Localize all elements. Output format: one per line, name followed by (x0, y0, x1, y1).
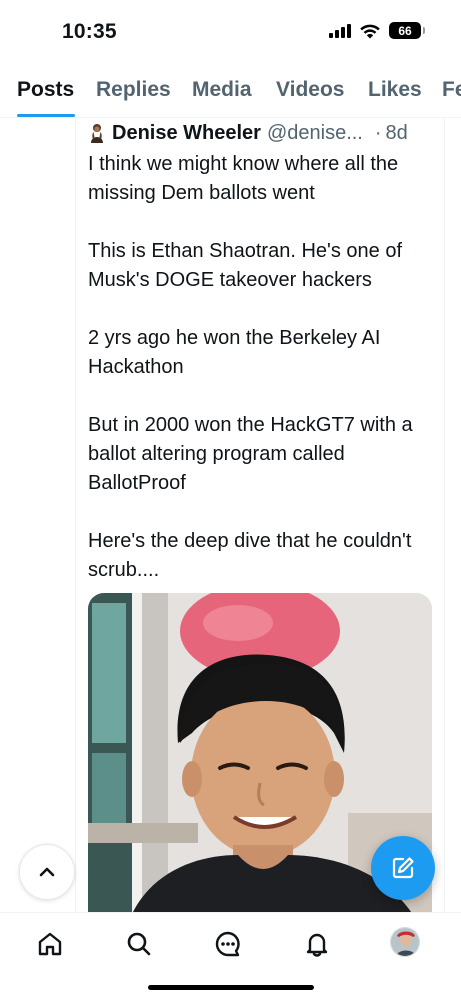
tab-likes[interactable]: Likes (368, 78, 422, 102)
post-paragraph: 2 yrs ago he won the Berkeley AI Hackath… (88, 327, 381, 378)
nav-notifications[interactable] (300, 927, 334, 961)
thread-divider-right (444, 118, 445, 918)
author-name[interactable]: Denise Wheeler (112, 122, 261, 145)
tab-features[interactable]: Fe (442, 78, 461, 102)
status-bar: 10:35 66 (0, 0, 461, 62)
post-header: Denise Wheeler @denise... · 8d (88, 120, 408, 146)
signal-icon (329, 23, 351, 38)
status-icons: 66 (329, 22, 425, 39)
post-time[interactable]: 8d (386, 122, 408, 145)
compose-button[interactable] (371, 836, 435, 900)
search-icon (127, 932, 151, 956)
profile-avatar[interactable] (390, 927, 420, 957)
battery-icon: 66 (389, 22, 425, 39)
nav-home[interactable] (33, 927, 67, 961)
post-paragraph: Here's the deep dive that he couldn't sc… (88, 530, 412, 581)
messages-icon (215, 931, 240, 957)
post-paragraph: This is Ethan Shaotran. He's one of Musk… (88, 240, 402, 291)
compose-icon (392, 857, 414, 879)
post-text[interactable]: I think we might know where all the miss… (88, 150, 438, 585)
person-emoji-icon (91, 124, 103, 143)
chevron-up-icon (39, 867, 55, 877)
profile-tabs: Posts Replies Media Videos Likes Fe (0, 70, 461, 118)
post-separator: · (374, 121, 382, 144)
home-indicator (148, 985, 314, 990)
nav-search[interactable] (122, 927, 156, 961)
tab-videos[interactable]: Videos (276, 78, 344, 102)
wifi-icon (360, 24, 380, 38)
post-paragraph: I think we might know where all the miss… (88, 153, 399, 204)
author-handle[interactable]: @denise... (267, 122, 363, 145)
scroll-to-top-button[interactable] (19, 844, 75, 900)
post-paragraph: But in 2000 won the HackGT7 with a ballo… (88, 414, 413, 494)
tab-replies[interactable]: Replies (96, 78, 171, 102)
battery-level: 66 (398, 23, 412, 38)
active-tab-indicator (17, 114, 75, 117)
tab-media[interactable]: Media (192, 78, 252, 102)
avatar-image (391, 928, 419, 956)
app-screen: 10:35 66 Posts Replies Media Videos Like… (0, 0, 461, 1000)
bell-icon (306, 933, 328, 957)
thread-divider (75, 118, 76, 918)
home-icon (38, 932, 62, 956)
nav-grok[interactable] (211, 927, 245, 961)
status-time: 10:35 (62, 20, 117, 43)
tab-posts[interactable]: Posts (17, 78, 74, 102)
